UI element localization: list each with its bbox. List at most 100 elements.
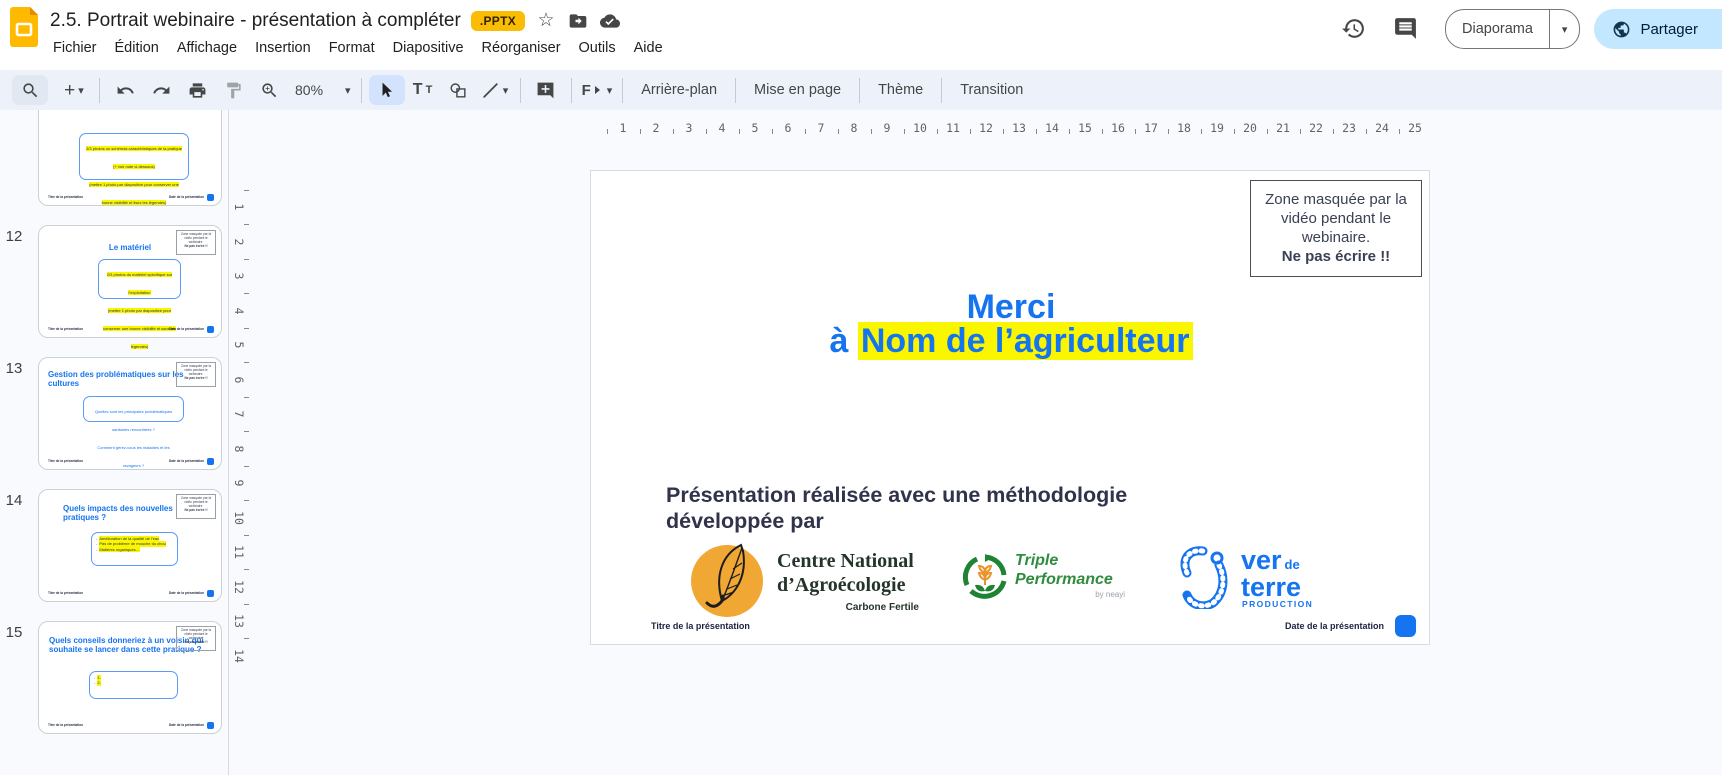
- masked-zone-box[interactable]: Zone masquée par la vidéo pendant le web…: [1250, 180, 1422, 277]
- ruler-tick: [838, 129, 839, 134]
- paint-format-button[interactable]: [215, 75, 251, 105]
- menu-aide[interactable]: Aide: [625, 36, 672, 60]
- comments-icon[interactable]: [1393, 16, 1419, 42]
- print-button[interactable]: [179, 75, 215, 105]
- undo-button[interactable]: [107, 75, 143, 105]
- ruler-tick: [1366, 129, 1367, 134]
- vertical-ruler: 1234567891011121314: [229, 110, 251, 775]
- new-slide-button[interactable]: +▾: [56, 75, 92, 105]
- background-button[interactable]: Arrière-plan: [630, 75, 728, 105]
- cloud-status-icon[interactable]: [599, 10, 621, 32]
- menu-diapositive[interactable]: Diapositive: [384, 36, 473, 60]
- masked-zone-bold-text: Ne pas écrire !!: [1251, 247, 1421, 266]
- ruler-number: 1: [232, 197, 246, 217]
- menus-search-button[interactable]: [12, 75, 48, 105]
- layout-button[interactable]: Mise en page: [743, 75, 852, 105]
- slide-footer-date[interactable]: Date de la présentation: [1285, 621, 1384, 631]
- ruler-number: 2: [645, 121, 667, 135]
- zoom-level-dropdown[interactable]: 80% ▾: [287, 75, 354, 105]
- slide-number[interactable]: 13: [0, 360, 28, 377]
- thumbnail-date-shape: [207, 458, 214, 465]
- move-folder-icon[interactable]: [567, 10, 589, 32]
- history-icon[interactable]: [1341, 16, 1367, 42]
- document-title[interactable]: 2.5. Portrait webinaire - présentation à…: [50, 10, 461, 32]
- line-tool[interactable]: ▾: [477, 75, 513, 105]
- ruler-number: 19: [1206, 121, 1228, 135]
- slides-logo-icon[interactable]: [10, 7, 38, 47]
- text-tool[interactable]: TT: [405, 75, 441, 105]
- menu-edition[interactable]: Édition: [106, 36, 168, 60]
- slide-thumbnail-14[interactable]: Quels impacts des nouvelles pratiques ? …: [38, 489, 222, 602]
- diaporama-button[interactable]: Diaporama ▾: [1445, 9, 1580, 49]
- slide-number[interactable]: 15: [0, 624, 28, 641]
- ruler-tick: [244, 466, 249, 467]
- diaporama-dropdown[interactable]: ▾: [1549, 10, 1580, 48]
- zoom-level-value: 80%: [290, 82, 328, 98]
- ruler-tick: [1036, 129, 1037, 134]
- thumbnail-footer-right: Date de la présentation: [169, 723, 204, 727]
- ruler-tick: [244, 638, 249, 639]
- slide-thumbnail-12[interactable]: Le matériel Zone masquée par la vidéo pe…: [38, 225, 222, 338]
- ruler-tick: [244, 569, 249, 570]
- thumbnail-footer-left: Titre de la présentation: [48, 327, 83, 331]
- menu-insertion[interactable]: Insertion: [246, 36, 320, 60]
- theme-button[interactable]: Thème: [867, 75, 934, 105]
- slide-title[interactable]: Merci à Nom de l’agriculteur: [591, 290, 1431, 358]
- ruler-tick: [244, 362, 249, 363]
- font-arrow-icon: [595, 86, 600, 94]
- slide-footer-title[interactable]: Titre de la présentation: [651, 621, 750, 631]
- insert-comment-button[interactable]: [528, 75, 564, 105]
- slide-filmstrip: 2/3 photos ou schémas caractéristiques d…: [0, 110, 229, 775]
- triple-performance-text[interactable]: Triple Performance: [1015, 551, 1135, 589]
- ver-de-terre-logo[interactable]: [1173, 543, 1235, 609]
- plus-icon: +: [64, 81, 75, 100]
- zoom-in-button[interactable]: [251, 75, 287, 105]
- slide-thumbnail-partial[interactable]: 2/3 photos ou schémas caractéristiques d…: [38, 110, 222, 206]
- diaporama-label: Diaporama: [1446, 21, 1549, 37]
- ruler-tick: [1399, 129, 1400, 134]
- triple-performance-logo[interactable]: [961, 553, 1009, 601]
- menu-outils[interactable]: Outils: [570, 36, 625, 60]
- thumbnail-date-shape: [207, 194, 214, 201]
- ruler-number: 12: [975, 121, 997, 135]
- ruler-number: 10: [232, 508, 246, 528]
- ver-de-terre-text[interactable]: verde terre: [1241, 547, 1301, 600]
- star-icon[interactable]: ☆: [535, 10, 557, 32]
- cna-logo-text[interactable]: Centre National d’Agroécologie: [777, 549, 922, 597]
- redo-button[interactable]: [143, 75, 179, 105]
- ruler-tick: [1102, 129, 1103, 134]
- select-tool[interactable]: [369, 75, 405, 105]
- ruler-number: 25: [1404, 121, 1426, 135]
- paint-roller-icon: [224, 81, 243, 100]
- slide-thumbnail-13[interactable]: Gestion des problématiques sur les cultu…: [38, 357, 222, 470]
- slide-canvas[interactable]: Zone masquée par la vidéo pendant le web…: [590, 170, 1430, 645]
- ruler-tick: [673, 129, 674, 134]
- cna-logo[interactable]: [689, 539, 769, 619]
- menu-reorganiser[interactable]: Réorganiser: [473, 36, 570, 60]
- cursor-icon: [377, 81, 396, 100]
- app-header: 2.5. Portrait webinaire - présentation à…: [0, 0, 1722, 70]
- ruler-number: 6: [232, 370, 246, 390]
- ruler-tick: [1201, 129, 1202, 134]
- toolbar-divider: [520, 78, 521, 103]
- toolbar-divider: [735, 78, 736, 103]
- menu-fichier[interactable]: Fichier: [44, 36, 106, 60]
- ruler-number: 6: [777, 121, 799, 135]
- toolbar-divider: [622, 78, 623, 103]
- slide-number[interactable]: 12: [0, 228, 28, 245]
- shape-tool[interactable]: [441, 75, 477, 105]
- line-icon: [481, 81, 500, 100]
- menu-affichage[interactable]: Affichage: [168, 36, 246, 60]
- thumbnail-text: 2/3 photos ou schémas caractéristiques d…: [86, 146, 182, 205]
- slide-footer-shape[interactable]: [1395, 615, 1416, 637]
- slide-number[interactable]: 14: [0, 492, 28, 509]
- transition-button[interactable]: Transition: [949, 75, 1034, 105]
- methodology-text[interactable]: Présentation réalisée avec une méthodolo…: [666, 482, 1206, 534]
- slide-thumbnail-15[interactable]: Quels conseils donneriez à un voisin qui…: [38, 621, 222, 734]
- font-button[interactable]: F ▾: [579, 75, 616, 105]
- ruler-number: 20: [1239, 121, 1261, 135]
- partager-button[interactable]: Partager: [1594, 9, 1722, 49]
- ruler-number: 14: [1041, 121, 1063, 135]
- menu-format[interactable]: Format: [320, 36, 384, 60]
- thumbnail-footer-right: Date de la présentation: [169, 591, 204, 595]
